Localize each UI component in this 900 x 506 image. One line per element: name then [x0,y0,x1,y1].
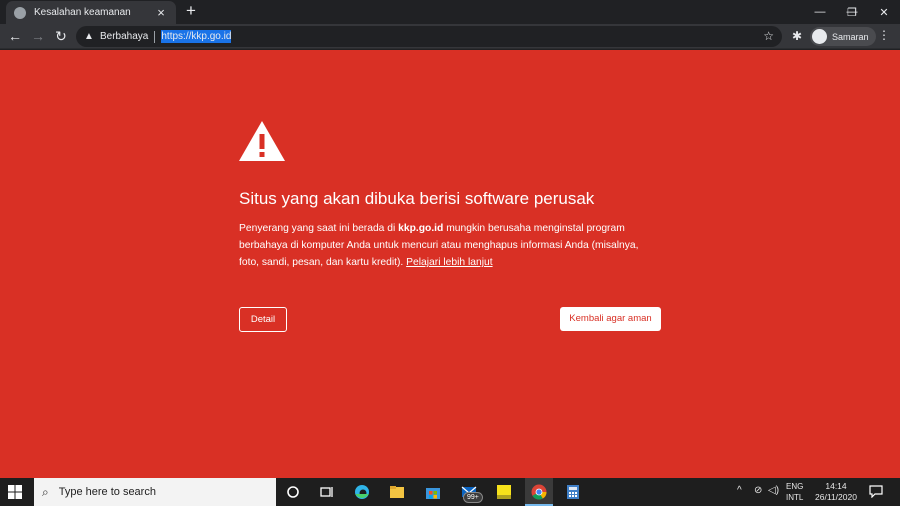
clock[interactable]: 14:14 26/11/2020 [810,481,862,503]
edge-icon[interactable] [353,483,371,501]
tray-chevron-icon[interactable]: ^ [737,485,742,496]
calculator-icon[interactable] [564,483,582,501]
address-bar[interactable]: ▲ Berbahaya https://kkp.go.id ☆ [76,26,782,47]
file-explorer-icon[interactable] [388,483,406,501]
clock-date: 26/11/2020 [815,492,857,502]
menu-dots-icon[interactable]: ⋮ [878,28,890,42]
learn-more-link[interactable]: Pelajari lebih lanjut [406,257,492,268]
url-text[interactable]: https://kkp.go.id [161,30,232,43]
restore-button[interactable]: ❐ [836,0,868,24]
search-icon: ⌕ [42,484,49,499]
volume-icon[interactable]: ◁) [768,485,779,496]
back-to-safety-button[interactable]: Kembali agar aman [560,307,661,331]
new-tab-button[interactable]: + [182,2,200,20]
tab-security-error[interactable]: Kesalahan keamanan × [6,1,176,24]
incognito-icon [812,29,827,44]
page-heading: Situs yang akan dibuka berisi software p… [239,189,595,208]
language-indicator[interactable]: ENG INTL [786,481,803,503]
profile-name: Samaran [832,31,869,42]
network-icon[interactable]: ⊘ [754,485,762,496]
warning-paragraph: Penyerang yang saat ini berada di kkp.go… [239,220,659,271]
action-center-icon[interactable] [869,485,883,498]
search-placeholder: Type here to search [58,486,156,498]
reload-button[interactable]: ↻ [52,27,70,45]
cortana-icon[interactable] [284,483,302,501]
bookmark-star-icon[interactable]: ☆ [763,29,774,43]
incognito-profile-button[interactable]: Samaran [810,27,876,46]
tab-strip: Kesalahan keamanan × + — — ❐ ✕ [0,0,900,24]
store-icon[interactable] [424,483,442,501]
windows-start-icon[interactable] [8,485,22,499]
language-line2: INTL [786,493,804,502]
malware-warning-page: Situs yang akan dibuka berisi software p… [0,50,900,478]
tab-close-icon[interactable]: × [154,5,168,20]
warning-triangle-icon [239,121,285,161]
taskbar-search-box[interactable]: ⌕ Type here to search [34,478,276,506]
back-button[interactable]: ← [6,27,24,45]
taskbar: ⌕ Type here to search 99+ ^ ⊘ ◁) ENG INT… [0,478,900,506]
minimize-icon[interactable]: — [804,0,836,24]
details-button[interactable]: Detail [239,307,287,332]
task-view-icon[interactable] [317,483,335,501]
omnibox-divider [154,30,156,43]
tab-title: Kesalahan keamanan [34,7,131,18]
site-name: kkp.go.id [398,223,444,234]
close-window-button[interactable]: ✕ [868,0,900,24]
security-label[interactable]: Berbahaya [100,31,148,42]
forward-button[interactable]: → [29,27,47,45]
chrome-icon[interactable] [530,483,548,501]
browser-toolbar: ← → ↻ ▲ Berbahaya https://kkp.go.id ☆ ✱ … [0,24,900,49]
notification-badge: 99+ [463,492,483,503]
para-text-before: Penyerang yang saat ini berada di [239,223,399,234]
language-line1: ENG [786,482,804,491]
extensions-puzzle-icon[interactable]: ✱ [790,29,804,43]
warning-icon[interactable]: ▲ [84,31,95,42]
sticky-notes-icon[interactable] [495,483,513,501]
clock-time: 14:14 [825,481,847,491]
globe-icon [14,6,26,19]
